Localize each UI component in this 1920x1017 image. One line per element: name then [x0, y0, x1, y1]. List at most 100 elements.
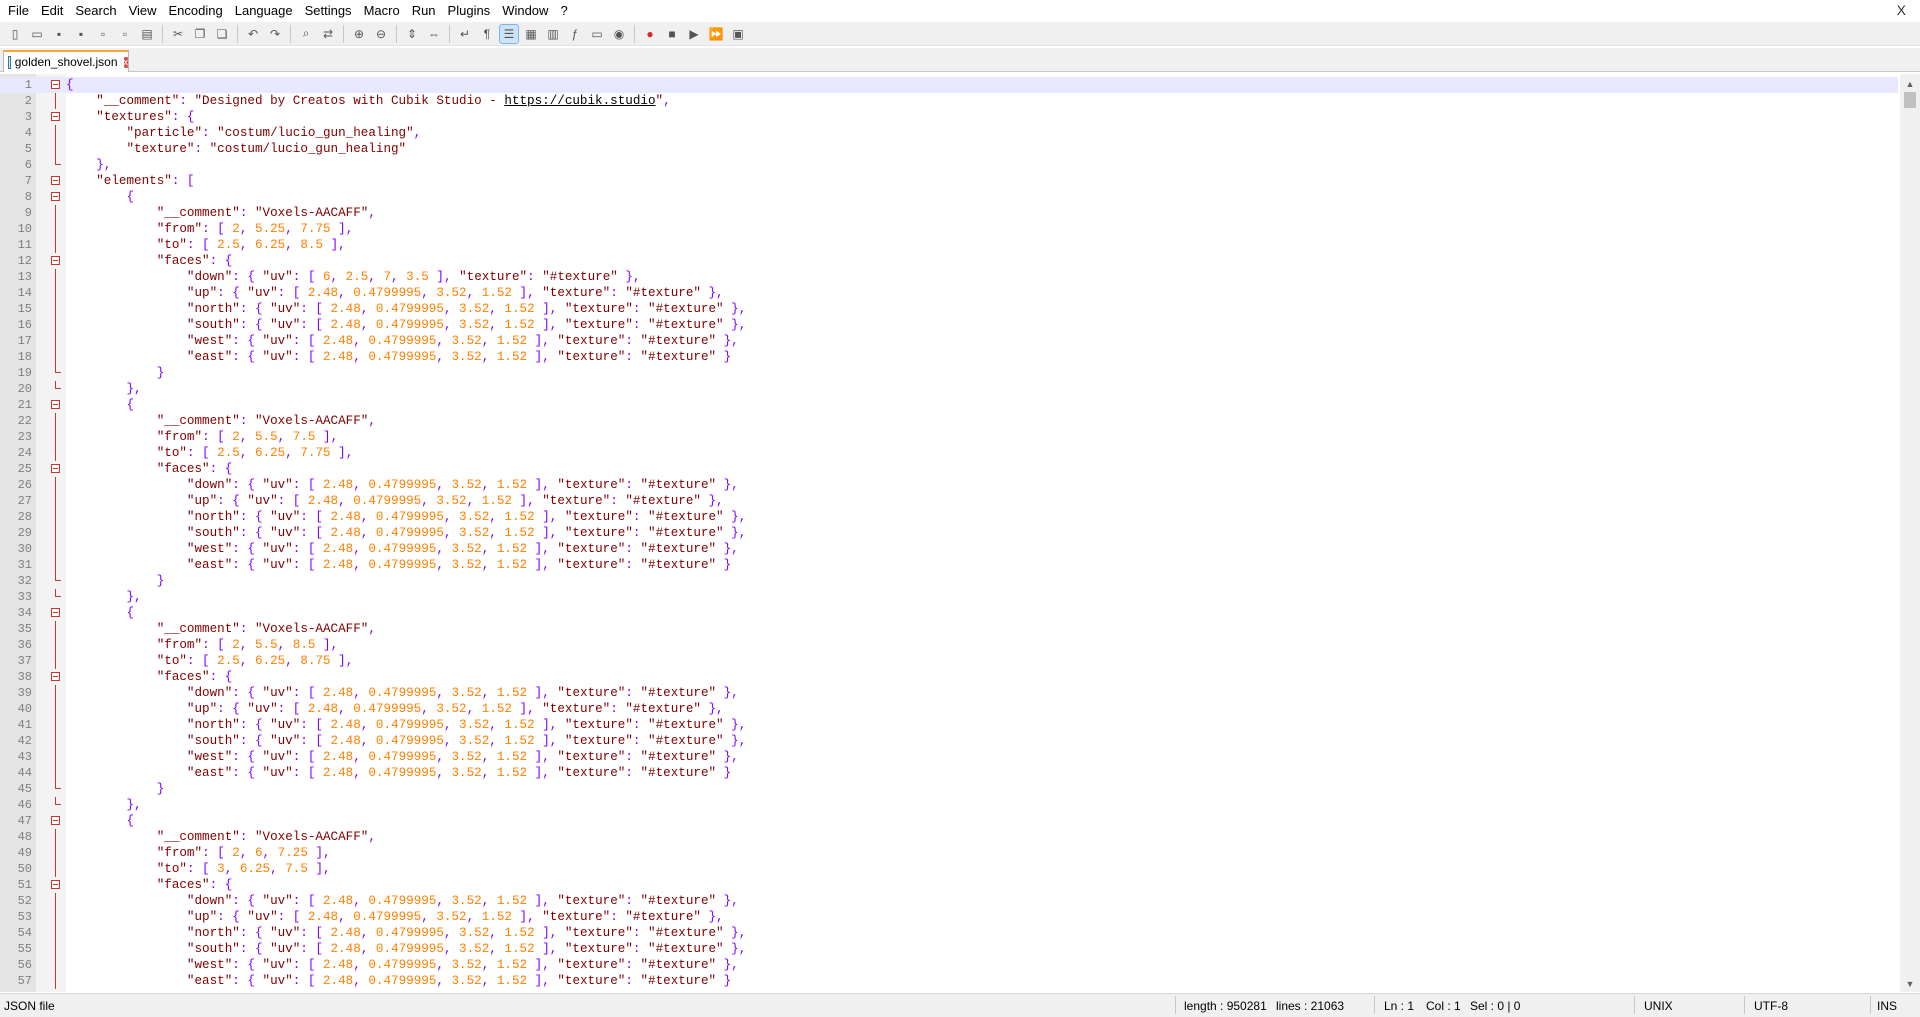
code-line[interactable]: 46 }, [0, 797, 1898, 813]
code-line[interactable]: 47 { [0, 813, 1898, 829]
code-line[interactable]: 26 "down": { "uv": [ 2.48, 0.4799995, 3.… [0, 477, 1898, 493]
code-line[interactable]: 15 "north": { "uv": [ 2.48, 0.4799995, 3… [0, 301, 1898, 317]
code-line[interactable]: 53 "up": { "uv": [ 2.48, 0.4799995, 3.52… [0, 909, 1898, 925]
fold-toggle-icon[interactable] [51, 112, 60, 121]
code-line[interactable]: 43 "west": { "uv": [ 2.48, 0.4799995, 3.… [0, 749, 1898, 765]
code-line[interactable]: 23 "from": [ 2, 5.5, 7.5 ], [0, 429, 1898, 445]
code-line[interactable]: 17 "west": { "uv": [ 2.48, 0.4799995, 3.… [0, 333, 1898, 349]
menu-plugins[interactable]: Plugins [442, 0, 497, 22]
save-macro-icon[interactable]: ▣ [729, 25, 747, 43]
code-line[interactable]: 57 "east": { "uv": [ 2.48, 0.4799995, 3.… [0, 973, 1898, 989]
run-macro-multiple-icon[interactable]: ⏩ [707, 25, 725, 43]
code-line[interactable]: 45 } [0, 781, 1898, 797]
close-document-button[interactable]: X [1897, 2, 1906, 18]
code-line[interactable]: 4 "particle": "costum/lucio_gun_healing"… [0, 125, 1898, 141]
new-file-icon[interactable]: ▯ [6, 25, 24, 43]
code-line[interactable]: 19 } [0, 365, 1898, 381]
close-all-icon[interactable]: ▫ [116, 25, 134, 43]
code-line[interactable]: 42 "south": { "uv": [ 2.48, 0.4799995, 3… [0, 733, 1898, 749]
menu-encoding[interactable]: Encoding [163, 0, 229, 22]
code-line[interactable]: 40 "up": { "uv": [ 2.48, 0.4799995, 3.52… [0, 701, 1898, 717]
sync-vertical-icon[interactable]: ⇕ [403, 25, 421, 43]
code-line[interactable]: 29 "south": { "uv": [ 2.48, 0.4799995, 3… [0, 525, 1898, 541]
menu-language[interactable]: Language [229, 0, 299, 22]
code-line[interactable]: 33 }, [0, 589, 1898, 605]
code-line[interactable]: 41 "north": { "uv": [ 2.48, 0.4799995, 3… [0, 717, 1898, 733]
code-line[interactable]: 48 "__comment": "Voxels-AACAFF", [0, 829, 1898, 845]
code-line[interactable]: 11 "to": [ 2.5, 6.25, 8.5 ], [0, 237, 1898, 253]
status-eol[interactable]: UNIX [1644, 999, 1673, 1013]
code-line[interactable]: 5 "texture": "costum/lucio_gun_healing" [0, 141, 1898, 157]
code-line[interactable]: 50 "to": [ 3, 6.25, 7.5 ], [0, 861, 1898, 877]
menu-search[interactable]: Search [69, 0, 122, 22]
code-line[interactable]: 3 "textures": { [0, 109, 1898, 125]
redo-icon[interactable]: ↷ [266, 25, 284, 43]
monitoring-icon[interactable]: ◉ [610, 25, 628, 43]
code-line[interactable]: 44 "east": { "uv": [ 2.48, 0.4799995, 3.… [0, 765, 1898, 781]
fold-toggle-icon[interactable] [51, 464, 60, 473]
code-line[interactable]: 14 "up": { "uv": [ 2.48, 0.4799995, 3.52… [0, 285, 1898, 301]
code-line[interactable]: 1{ [0, 77, 1898, 93]
code-line[interactable]: 30 "west": { "uv": [ 2.48, 0.4799995, 3.… [0, 541, 1898, 557]
code-line[interactable]: 27 "up": { "uv": [ 2.48, 0.4799995, 3.52… [0, 493, 1898, 509]
code-line[interactable]: 36 "from": [ 2, 5.5, 8.5 ], [0, 637, 1898, 653]
code-line[interactable]: 31 "east": { "uv": [ 2.48, 0.4799995, 3.… [0, 557, 1898, 573]
word-wrap-icon[interactable]: ↵ [456, 25, 474, 43]
code-editor[interactable]: 1{2 "__comment": "Designed by Creatos wi… [0, 74, 1920, 992]
code-line[interactable]: 6 }, [0, 157, 1898, 173]
code-line[interactable]: 13 "down": { "uv": [ 6, 2.5, 7, 3.5 ], "… [0, 269, 1898, 285]
find-icon[interactable]: ⌕ [297, 25, 315, 43]
code-line[interactable]: 16 "south": { "uv": [ 2.48, 0.4799995, 3… [0, 317, 1898, 333]
doc-map-icon[interactable]: ▥ [544, 25, 562, 43]
menu-help[interactable]: ? [554, 0, 573, 22]
menu-settings[interactable]: Settings [299, 0, 358, 22]
code-line[interactable]: 24 "to": [ 2.5, 6.25, 7.75 ], [0, 445, 1898, 461]
code-line[interactable]: 39 "down": { "uv": [ 2.48, 0.4799995, 3.… [0, 685, 1898, 701]
folder-workspace-icon[interactable]: ▭ [588, 25, 606, 43]
code-line[interactable]: 49 "from": [ 2, 6, 7.25 ], [0, 845, 1898, 861]
code-line[interactable]: 8 { [0, 189, 1898, 205]
fold-toggle-icon[interactable] [51, 80, 60, 89]
function-list-icon[interactable]: ƒ [566, 25, 584, 43]
save-icon[interactable]: ▪ [50, 25, 68, 43]
fold-toggle-icon[interactable] [51, 608, 60, 617]
code-line[interactable]: 7 "elements": [ [0, 173, 1898, 189]
tab-golden-shovel[interactable]: golden_shovel.json x [3, 50, 129, 72]
code-line[interactable]: 34 { [0, 605, 1898, 621]
scroll-up-icon[interactable]: ▲ [1900, 76, 1920, 92]
code-line[interactable]: 51 "faces": { [0, 877, 1898, 893]
fold-toggle-icon[interactable] [51, 400, 60, 409]
menu-view[interactable]: View [123, 0, 163, 22]
scroll-down-icon[interactable]: ▼ [1900, 976, 1920, 992]
zoom-out-icon[interactable]: ⊖ [372, 25, 390, 43]
record-macro-icon[interactable]: ● [641, 25, 659, 43]
code-line[interactable]: 18 "east": { "uv": [ 2.48, 0.4799995, 3.… [0, 349, 1898, 365]
code-line[interactable]: 52 "down": { "uv": [ 2.48, 0.4799995, 3.… [0, 893, 1898, 909]
fold-toggle-icon[interactable] [51, 816, 60, 825]
code-line[interactable]: 35 "__comment": "Voxels-AACAFF", [0, 621, 1898, 637]
status-encoding[interactable]: UTF-8 [1754, 999, 1788, 1013]
scroll-thumb[interactable] [1904, 92, 1916, 108]
code-line[interactable]: 25 "faces": { [0, 461, 1898, 477]
print-icon[interactable]: ▤ [138, 25, 156, 43]
menu-macro[interactable]: Macro [358, 0, 406, 22]
status-mode[interactable]: INS [1877, 999, 1897, 1013]
code-line[interactable]: 56 "west": { "uv": [ 2.48, 0.4799995, 3.… [0, 957, 1898, 973]
tab-close-icon[interactable]: x [123, 56, 128, 68]
close-icon[interactable]: ▫ [94, 25, 112, 43]
code-line[interactable]: 55 "south": { "uv": [ 2.48, 0.4799995, 3… [0, 941, 1898, 957]
show-all-chars-icon[interactable]: ¶ [478, 25, 496, 43]
zoom-in-icon[interactable]: ⊕ [350, 25, 368, 43]
indent-guide-icon[interactable]: ☰ [499, 23, 519, 44]
fold-toggle-icon[interactable] [51, 880, 60, 889]
undo-icon[interactable]: ↶ [244, 25, 262, 43]
udl-icon[interactable]: ▦ [522, 25, 540, 43]
code-line[interactable]: 28 "north": { "uv": [ 2.48, 0.4799995, 3… [0, 509, 1898, 525]
code-line[interactable]: 20 }, [0, 381, 1898, 397]
fold-toggle-icon[interactable] [51, 176, 60, 185]
menu-file[interactable]: File [0, 0, 35, 22]
code-line[interactable]: 32 } [0, 573, 1898, 589]
code-line[interactable]: 2 "__comment": "Designed by Creatos with… [0, 93, 1898, 109]
paste-icon[interactable]: ❏ [213, 25, 231, 43]
code-link[interactable]: https://cubik.studio [504, 94, 655, 108]
